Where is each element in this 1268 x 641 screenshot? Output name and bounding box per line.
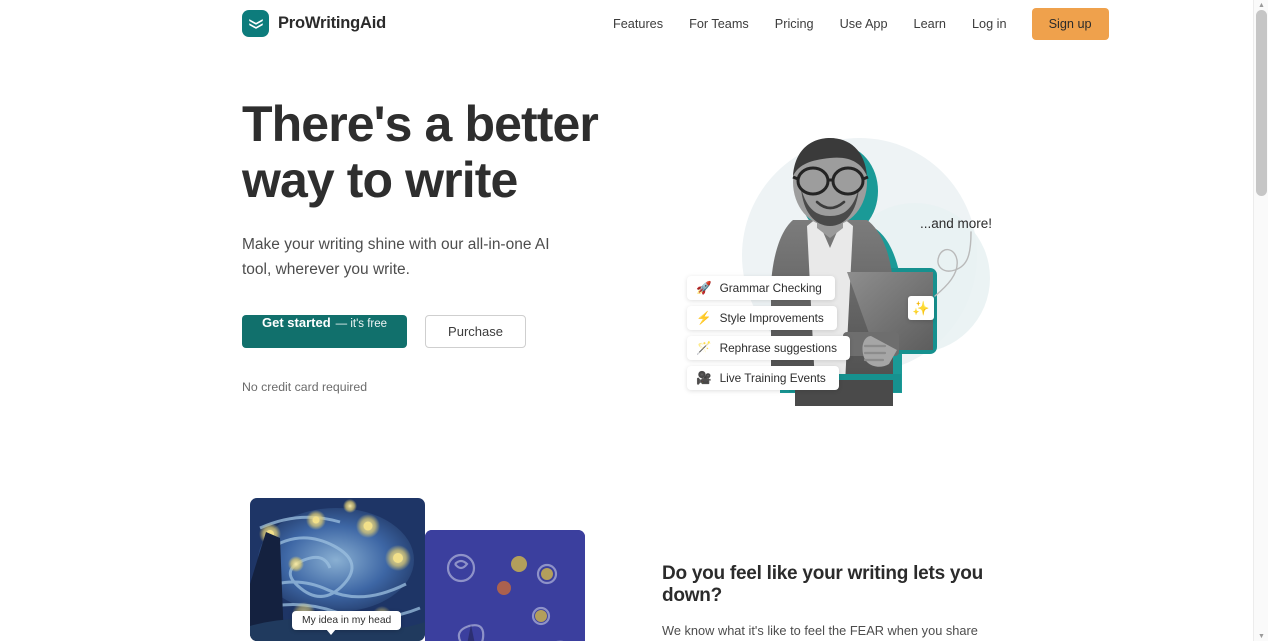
no-credit-card-note: No credit card required	[242, 380, 368, 395]
section2-copy: Do you feel like your writing lets you d…	[662, 563, 1022, 641]
hero-illustration: ...and more! ✨ 🚀 Grammar Checking ⚡ Styl…	[655, 108, 1025, 448]
feature-chip-label: Style Improvements	[719, 311, 824, 325]
hero-section: There's a better way to write Make your …	[0, 48, 1253, 468]
idea-caption-bubble: My idea in my head	[292, 611, 402, 635]
purchase-button[interactable]: Purchase	[425, 315, 526, 349]
feature-chip-list: 🚀 Grammar Checking ⚡ Style Improvements …	[687, 276, 850, 390]
scrollbar-up-arrow-icon[interactable]: ▲	[1254, 0, 1268, 10]
feature-chip-label: Rephrase suggestions	[719, 341, 837, 355]
get-started-button[interactable]: Get started — it's free	[242, 315, 408, 349]
nav-link-for-teams[interactable]: For Teams	[676, 11, 762, 37]
nav-link-log-in[interactable]: Log in	[959, 11, 1020, 37]
hero-title: There's a better way to write	[242, 96, 599, 208]
get-started-label: Get started	[262, 315, 331, 331]
magic-wand-icon: 🪄	[696, 340, 712, 355]
feature-chip-live-training-events: 🎥 Live Training Events	[687, 366, 839, 390]
book-check-icon	[242, 10, 269, 37]
lightning-icon: ⚡	[696, 310, 712, 325]
crude-sketch-image	[425, 530, 585, 641]
nav-link-use-app[interactable]: Use App	[827, 11, 901, 37]
rocket-icon: 🚀	[696, 280, 712, 295]
get-started-suffix: — it's free	[335, 318, 388, 331]
hero-cta-group: Get started — it's free Purchase	[242, 315, 642, 349]
brand-logo-link[interactable]: ProWritingAid	[242, 10, 386, 37]
feature-chip-label: Grammar Checking	[719, 281, 822, 295]
writing-lets-you-down-section: My idea in my head Do you feel like your…	[0, 468, 1253, 641]
brand-name: ProWritingAid	[278, 14, 387, 32]
vertical-scrollbar[interactable]: ▲ ▼	[1253, 0, 1268, 641]
section2-body: We know what it's like to feel the FEAR …	[662, 623, 978, 638]
site-header: ProWritingAid Features For Teams Pricing…	[0, 0, 1253, 48]
nav-link-learn[interactable]: Learn	[901, 11, 959, 37]
sign-up-button[interactable]: Sign up	[1031, 8, 1109, 40]
scrollbar-thumb[interactable]	[1256, 10, 1267, 196]
main-navigation: Features For Teams Pricing Use App Learn…	[600, 0, 1109, 48]
video-camera-icon: 🎥	[696, 370, 712, 385]
nav-link-pricing[interactable]: Pricing	[762, 11, 827, 37]
feature-chip-style-improvements: ⚡ Style Improvements	[687, 306, 837, 330]
feature-chip-grammar-checking: 🚀 Grammar Checking	[687, 276, 835, 300]
and-more-label: ...and more!	[920, 216, 993, 231]
page-root: ProWritingAid Features For Teams Pricing…	[0, 0, 1253, 641]
section2-title: Do you feel like your writing lets you d…	[662, 563, 983, 606]
hero-subtitle: Make your writing shine with our all-in-…	[242, 236, 550, 279]
idea-comparison-illustration: My idea in my head	[250, 498, 590, 641]
feature-chip-rephrase-suggestions: 🪄 Rephrase suggestions	[687, 336, 850, 360]
hero-copy: There's a better way to write Make your …	[242, 96, 642, 394]
feature-chip-label: Live Training Events	[719, 371, 826, 385]
nav-link-features[interactable]: Features	[600, 11, 676, 37]
sparkle-icon: ✨	[908, 296, 934, 320]
scrollbar-down-arrow-icon[interactable]: ▼	[1254, 631, 1268, 641]
